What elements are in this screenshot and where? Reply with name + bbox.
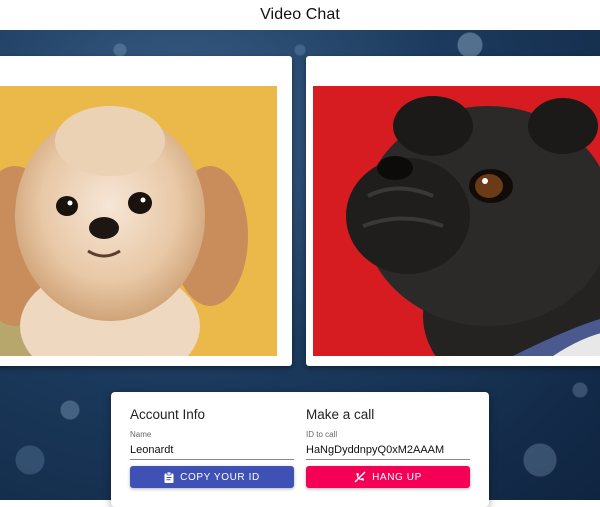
user-video-card [306, 56, 600, 366]
app-bar: Video Chat [0, 0, 600, 30]
my-video-card [0, 56, 292, 366]
id-to-call-label: ID to call [306, 430, 338, 439]
puppy-video-frame [0, 86, 277, 356]
clipboard-icon [164, 471, 174, 483]
name-field[interactable] [130, 441, 294, 460]
name-field-label: Name [130, 430, 152, 439]
hang-up-button[interactable]: HANG UP [306, 466, 470, 488]
phone-disabled-icon [354, 471, 366, 483]
id-to-call-field[interactable] [306, 441, 470, 460]
my-video [0, 86, 277, 356]
make-call-heading: Make a call [306, 407, 375, 422]
user-video [313, 86, 600, 356]
copy-id-button[interactable]: COPY YOUR ID [130, 466, 294, 488]
app-title: Video Chat [260, 6, 340, 23]
pug-video-frame [313, 86, 600, 356]
call-panel: Account Info Name COPY YOUR ID Make a ca… [111, 392, 489, 507]
account-info-heading: Account Info [130, 407, 206, 422]
copy-id-button-label: COPY YOUR ID [180, 471, 260, 483]
hang-up-button-label: HANG UP [372, 471, 422, 483]
